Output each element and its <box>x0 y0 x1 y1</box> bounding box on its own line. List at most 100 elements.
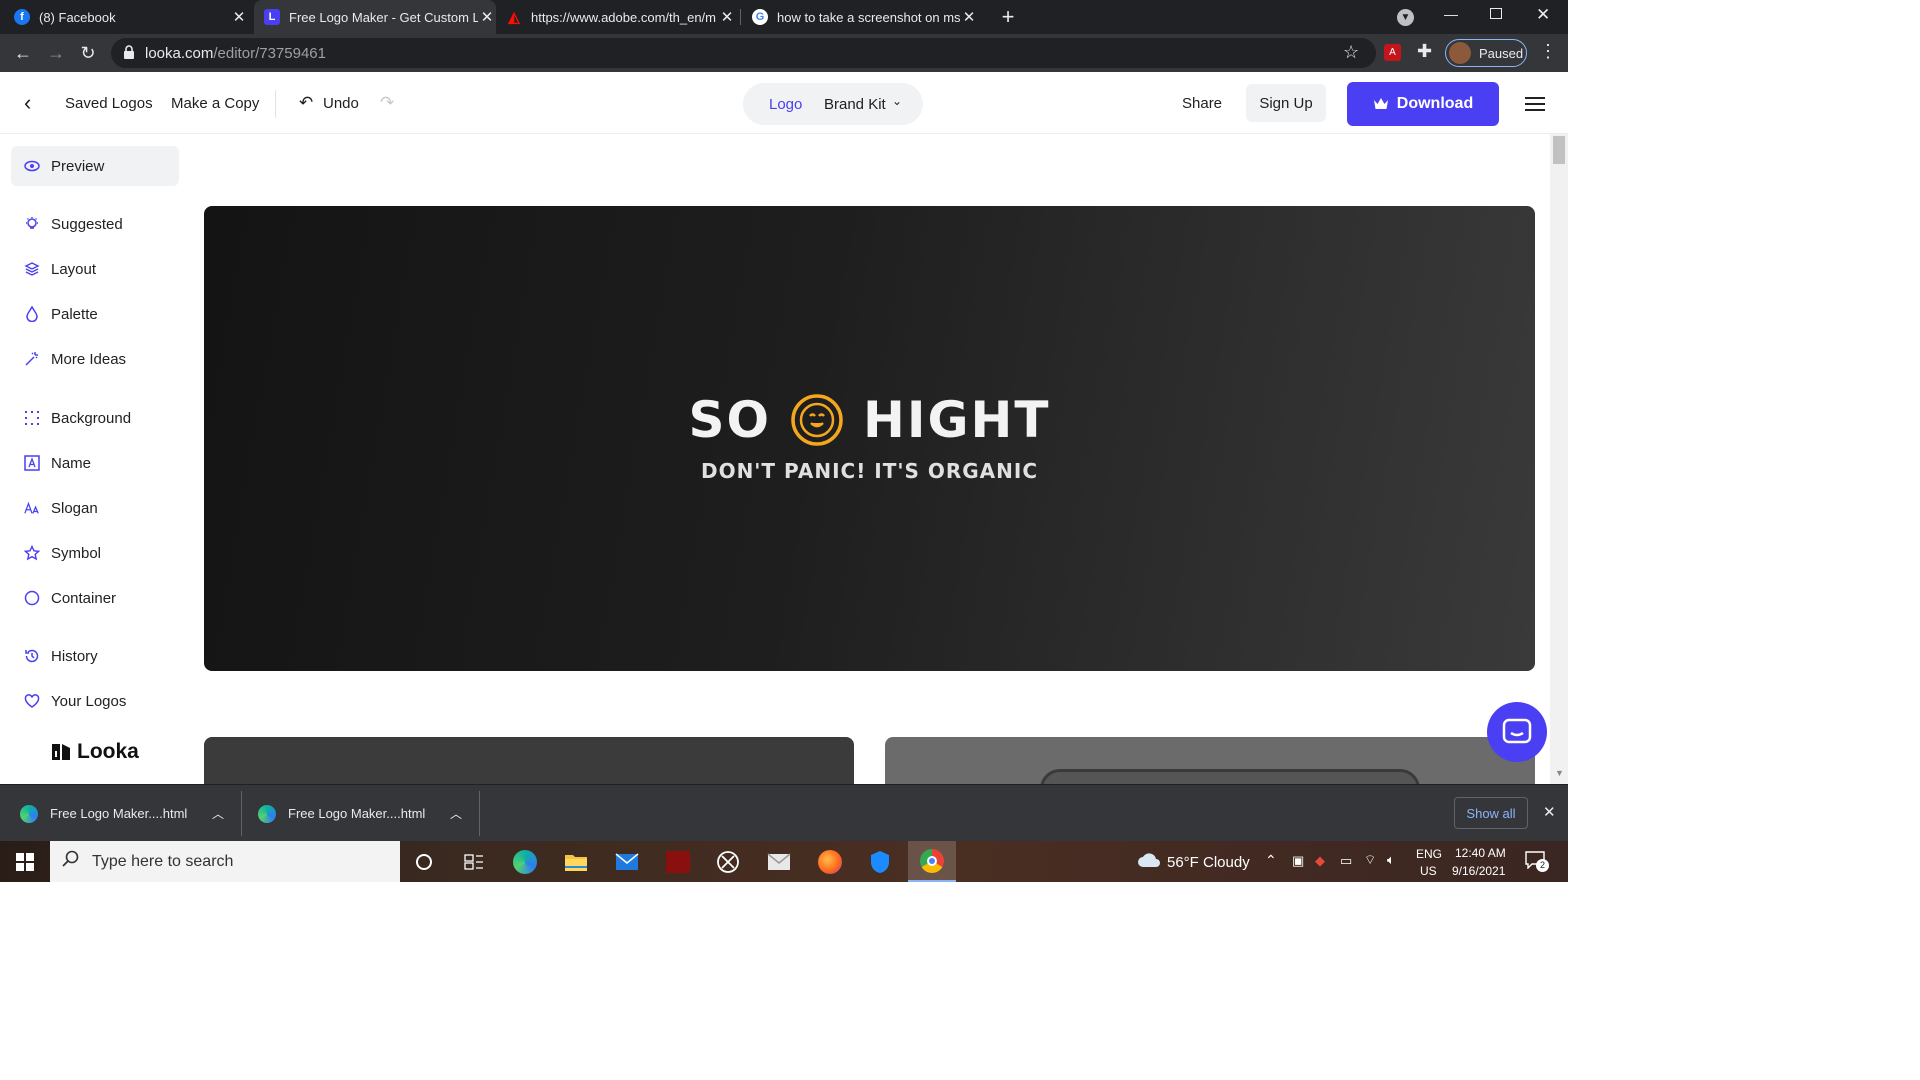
minimize-icon[interactable]: — <box>1444 6 1460 22</box>
close-tab-icon[interactable]: ✕ <box>230 8 248 26</box>
sidebar-item-history[interactable]: History <box>11 636 179 676</box>
tray-app-icon[interactable]: ▣ <box>1292 853 1304 869</box>
tab-facebook[interactable]: f (8) Facebook ✕ <box>14 0 248 34</box>
chevron-up-icon[interactable]: ︿ <box>450 805 462 822</box>
notification-count-badge: 2 <box>1536 859 1549 872</box>
file-explorer-icon[interactable] <box>560 846 592 878</box>
chat-support-button[interactable] <box>1487 702 1547 762</box>
show-all-downloads-button[interactable]: Show all <box>1454 797 1528 829</box>
back-chevron-icon[interactable]: ‹ <box>24 90 31 116</box>
undo-icon[interactable]: ↶ <box>299 93 313 113</box>
chrome-taskbar-icon[interactable] <box>908 841 956 882</box>
wifi-icon[interactable]: ⌔ <box>1364 852 1376 868</box>
profile-status: Paused <box>1479 45 1524 61</box>
notifications-button[interactable]: 2 <box>1525 851 1549 873</box>
star-icon <box>24 545 40 561</box>
show-hidden-icons-chevron-icon[interactable]: ⌃ <box>1265 852 1277 869</box>
redo-icon[interactable]: ↷ <box>380 93 394 113</box>
profile-button[interactable]: Paused <box>1445 39 1527 67</box>
sidebar-item-layout[interactable]: Layout <box>11 249 179 289</box>
clock-date[interactable]: 9/16/2021 <box>1452 864 1505 878</box>
keyboard-layout-indicator[interactable]: US <box>1420 864 1437 878</box>
close-tab-icon[interactable]: ✕ <box>718 8 736 26</box>
logo-mockup-thumbnail[interactable] <box>885 737 1535 784</box>
smiley-face-icon <box>791 394 843 446</box>
chevron-up-icon[interactable]: ︿ <box>212 805 224 822</box>
close-window-icon[interactable]: ✕ <box>1536 5 1550 25</box>
sign-up-button[interactable]: Sign Up <box>1246 84 1326 122</box>
firefox-icon[interactable] <box>814 846 846 878</box>
saved-logos-link[interactable]: Saved Logos <box>65 95 153 112</box>
shield-app-icon[interactable] <box>864 846 896 878</box>
looka-icon: L <box>264 9 280 25</box>
new-tab-icon[interactable]: + <box>996 4 1020 30</box>
scrollbar-thumb[interactable] <box>1553 136 1565 164</box>
mail-icon[interactable] <box>611 846 643 878</box>
tab-adobe[interactable]: ◭ https://www.adobe.com/th_en/m ✕ <box>506 0 736 34</box>
sidebar-item-name[interactable]: Name <box>11 443 179 483</box>
back-arrow-icon[interactable]: ← <box>12 42 34 64</box>
cortana-icon[interactable] <box>408 846 440 878</box>
download-item[interactable]: Free Logo Maker....html ︿ <box>20 785 238 842</box>
tray-colorful-app-icon[interactable]: ◆ <box>1315 853 1325 869</box>
make-copy-link[interactable]: Make a Copy <box>171 95 259 112</box>
mail-envelope-icon[interactable] <box>763 846 795 878</box>
sidebar-item-suggested[interactable]: Suggested <box>11 204 179 244</box>
close-downloads-bar-icon[interactable]: ✕ <box>1543 803 1556 821</box>
undo-button[interactable]: Undo <box>323 95 359 112</box>
address-bar[interactable]: looka.com/editor/73759461 <box>111 38 1376 68</box>
download-divider <box>479 791 480 836</box>
task-view-icon[interactable] <box>458 846 490 878</box>
sidebar-item-label: Symbol <box>51 544 102 562</box>
sidebar-item-label: Background <box>51 409 132 427</box>
battery-icon[interactable]: ▭ <box>1340 853 1352 869</box>
restore-icon[interactable] <box>1490 8 1502 19</box>
share-button[interactable]: Share <box>1182 95 1222 112</box>
language-indicator[interactable]: ENG <box>1416 847 1442 861</box>
looka-brand-logo[interactable]: Looka <box>50 740 139 764</box>
weather-readout[interactable]: 56°F Cloudy <box>1167 854 1250 871</box>
logo-preview-card[interactable]: SO HIGHT DON'T PANIC! IT'S ORGANIC <box>204 206 1535 671</box>
scroll-down-arrow-icon[interactable]: ▼ <box>1555 768 1564 778</box>
logo-slogan[interactable]: DON'T PANIC! IT'S ORGANIC <box>204 459 1535 483</box>
taskbar-search-box[interactable]: Type here to search <box>50 841 400 882</box>
logo-name[interactable]: SO HIGHT <box>204 391 1535 449</box>
sidebar-item-container[interactable]: Container <box>11 578 179 618</box>
chrome-menu-icon[interactable]: ⋮ <box>1539 41 1557 62</box>
extensions-puzzle-icon[interactable]: ✚ <box>1417 41 1432 62</box>
tab-title: Free Logo Maker - Get Custom Lo <box>289 9 478 25</box>
sidebar-item-preview[interactable]: Preview <box>11 146 179 186</box>
sidebar-item-background[interactable]: Background <box>11 398 179 438</box>
adobe-acrobat-extension-icon[interactable]: A <box>1384 44 1401 61</box>
tab-google[interactable]: G how to take a screenshot on msi ✕ <box>752 0 978 34</box>
logo-tab[interactable]: Logo <box>769 96 802 113</box>
download-button[interactable]: Download <box>1347 82 1499 126</box>
reload-icon[interactable]: ↻ <box>77 42 99 64</box>
sidebar-item-palette[interactable]: Palette <box>11 294 179 334</box>
sidebar-item-label: History <box>51 647 98 665</box>
bookmark-star-icon[interactable]: ☆ <box>1343 42 1359 63</box>
cloudy-weather-icon <box>1137 851 1161 874</box>
url-host: looka.com <box>145 44 214 62</box>
msi-dragon-icon[interactable] <box>662 846 694 878</box>
logo-mockup-thumbnail[interactable] <box>204 737 854 784</box>
brand-kit-tab[interactable]: Brand Kit <box>824 96 886 113</box>
tab-search-icon[interactable]: ▼ <box>1397 9 1414 26</box>
tab-title: (8) Facebook <box>39 9 116 25</box>
hamburger-menu-icon[interactable] <box>1525 97 1545 111</box>
sidebar-item-symbol[interactable]: Symbol <box>11 533 179 573</box>
close-tab-icon[interactable]: ✕ <box>960 8 978 26</box>
clock-time[interactable]: 12:40 AM <box>1455 846 1506 860</box>
forward-arrow-icon[interactable]: → <box>45 42 67 64</box>
sidebar-item-slogan[interactable]: Slogan <box>11 488 179 528</box>
edge-taskbar-icon[interactable] <box>509 846 541 878</box>
close-tab-icon[interactable]: ✕ <box>478 8 496 26</box>
sidebar-item-more-ideas[interactable]: More Ideas <box>11 339 179 379</box>
page-scrollbar[interactable]: ▼ <box>1550 134 1568 784</box>
volume-icon[interactable]: 🔈︎ <box>1387 852 1395 868</box>
sidebar-item-your-logos[interactable]: Your Logos <box>11 681 179 721</box>
tab-looka[interactable]: L Free Logo Maker - Get Custom Lo ✕ <box>254 0 496 34</box>
windows-start-icon[interactable] <box>9 846 41 878</box>
download-item[interactable]: Free Logo Maker....html ︿ <box>258 785 476 842</box>
xbox-icon[interactable] <box>712 846 744 878</box>
